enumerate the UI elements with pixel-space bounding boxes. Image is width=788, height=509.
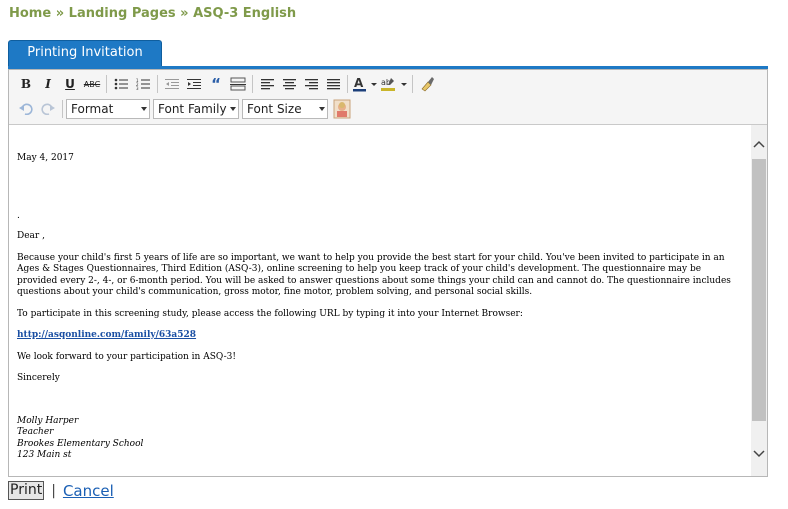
breadcrumb-landing-pages[interactable]: Landing Pages [69, 6, 176, 21]
breadcrumb-separator: » [55, 6, 65, 21]
letter-dot: . [17, 210, 20, 221]
bullet-list-icon[interactable] [110, 73, 132, 95]
align-center-icon[interactable] [278, 73, 300, 95]
chevron-up-icon[interactable] [751, 137, 767, 151]
justify-icon[interactable] [322, 73, 344, 95]
breadcrumb-current[interactable]: ASQ-3 English [193, 6, 296, 21]
toolbar-separator [412, 75, 413, 93]
breadcrumb: Home » Landing Pages » ASQ-3 English [9, 6, 296, 21]
chevron-down-icon [228, 100, 238, 118]
letter-content-area[interactable]: May 4, 2017 . Dear , Because your child'… [9, 125, 751, 476]
breadcrumb-separator: » [180, 6, 189, 21]
clear-formatting-icon[interactable] [416, 73, 438, 95]
toolbar-separator [106, 75, 107, 93]
format-select-value: Format [71, 102, 114, 116]
font-size-select-value: Font Size [247, 102, 302, 116]
italic-button[interactable]: I [37, 73, 59, 95]
font-family-select-value: Font Family [158, 102, 227, 116]
print-button[interactable]: Print [8, 481, 45, 500]
chevron-down-icon [139, 100, 149, 118]
letter-greeting: Dear , [17, 231, 45, 241]
signature-title: Teacher [17, 427, 54, 437]
rich-text-editor: B I U ABC 123 “ A ab Format Font Family … [8, 69, 768, 477]
toolbar-separator [347, 75, 348, 93]
letter-paragraph: Because your child's first 5 years of li… [17, 252, 731, 298]
outdent-icon[interactable] [161, 73, 183, 95]
blockquote-icon[interactable]: “ [205, 73, 227, 95]
action-divider: | [51, 482, 56, 499]
breadcrumb-home[interactable]: Home [9, 6, 51, 21]
signature-name: Molly Harper [17, 415, 79, 426]
font-family-select[interactable]: Font Family [153, 99, 239, 119]
numbered-list-icon[interactable]: 123 [132, 73, 154, 95]
chevron-down-icon [317, 100, 327, 118]
tab-printing-invitation-letter[interactable]: Printing Invitation Letter [8, 40, 162, 84]
toolbar-separator [157, 75, 158, 93]
letter-date: May 4, 2017 [17, 153, 74, 163]
bold-button[interactable]: B [15, 73, 37, 95]
family-url-link[interactable]: http://asqonline.com/family/63a528 [17, 330, 196, 340]
svg-text:A: A [354, 76, 364, 90]
toolbar-separator [252, 75, 253, 93]
chevron-down-icon[interactable] [751, 447, 767, 461]
highlight-color-icon[interactable]: ab [379, 73, 409, 95]
editor-toolbar: B I U ABC 123 “ A ab Format Font Family … [9, 70, 767, 125]
format-select[interactable]: Format [66, 99, 150, 119]
letter-paragraph: We look forward to your participation in… [17, 351, 236, 362]
undo-icon[interactable] [15, 98, 37, 120]
letter-closing: Sincerely [17, 373, 60, 383]
cancel-link[interactable]: Cancel [63, 482, 114, 500]
action-bar: Print | Cancel [8, 481, 114, 500]
signature-school: Brookes Elementary School [17, 438, 144, 449]
vertical-scrollbar[interactable] [751, 125, 767, 476]
redo-icon[interactable] [37, 98, 59, 120]
signature-address: 123 Main st [17, 450, 72, 460]
strikethrough-button[interactable]: ABC [81, 73, 103, 95]
align-left-icon[interactable] [256, 73, 278, 95]
indent-icon[interactable] [183, 73, 205, 95]
horizontal-rule-icon[interactable] [227, 73, 249, 95]
font-color-icon[interactable]: A [351, 73, 379, 95]
font-size-select[interactable]: Font Size [242, 99, 328, 119]
underline-button[interactable]: U [59, 73, 81, 95]
insert-image-icon[interactable] [331, 98, 353, 120]
toolbar-separator [62, 100, 63, 118]
align-right-icon[interactable] [300, 73, 322, 95]
letter-paragraph: To participate in this screening study, … [17, 308, 523, 319]
svg-text:3: 3 [136, 86, 139, 90]
scrollbar-thumb[interactable] [752, 159, 766, 421]
